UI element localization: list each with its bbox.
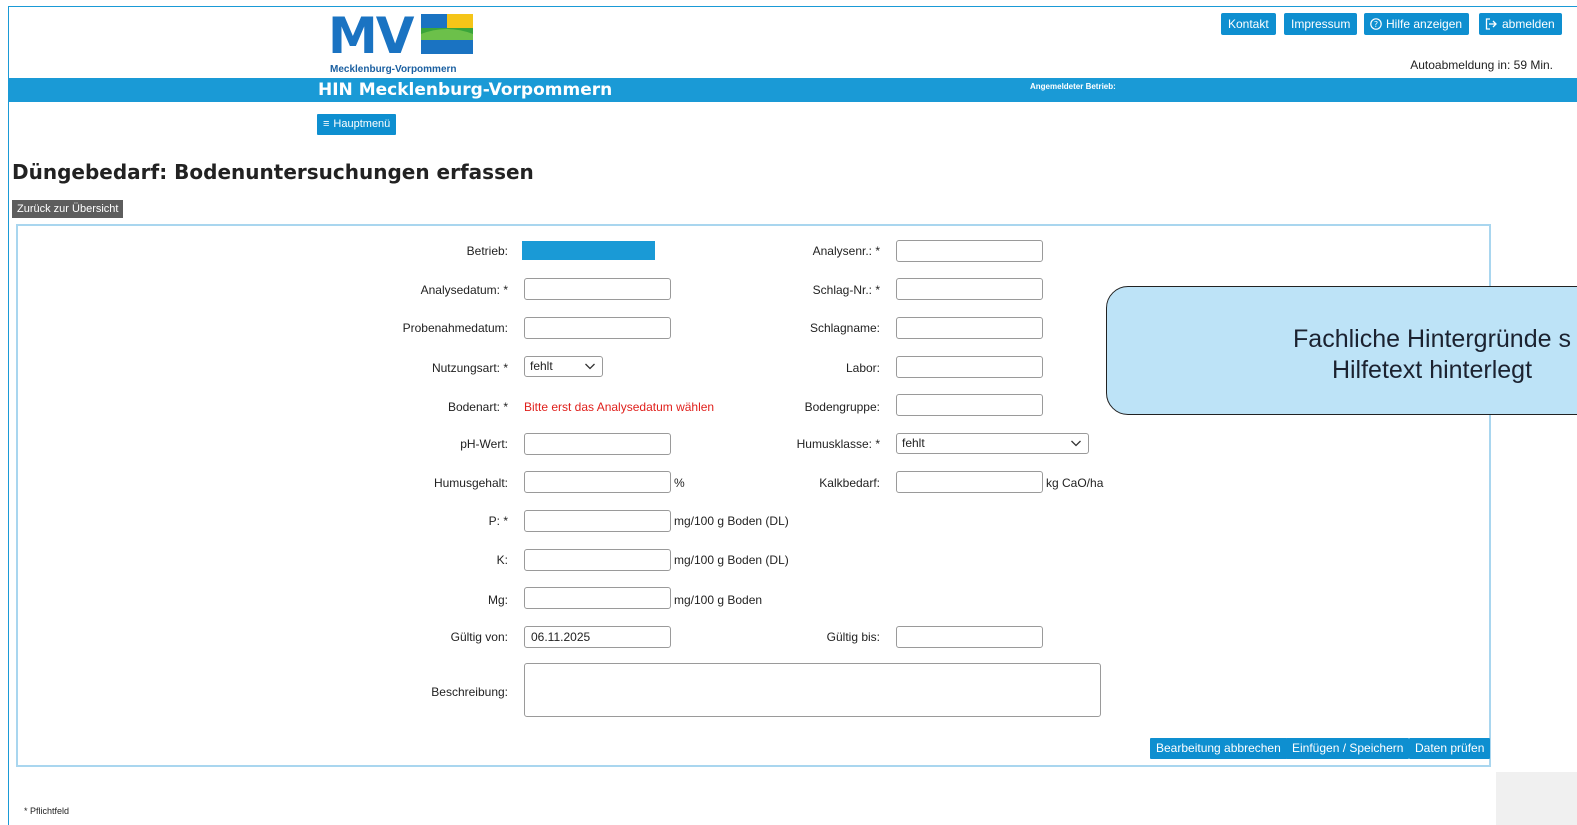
logout-button[interactable]: abmelden	[1479, 13, 1562, 35]
schlagnr-input[interactable]	[896, 278, 1043, 300]
p-label: P: *	[488, 514, 508, 528]
main-menu-label: Hauptmenü	[333, 118, 391, 130]
analysedatum-input[interactable]	[524, 278, 671, 300]
schlagnr-label: Schlag-Nr.: *	[812, 283, 880, 297]
p-input[interactable]	[524, 510, 671, 532]
humusklasse-select[interactable]: fehlt	[896, 433, 1089, 454]
p-unit: mg/100 g Boden (DL)	[674, 514, 789, 528]
beschreibung-label: Beschreibung:	[431, 685, 508, 699]
k-input[interactable]	[524, 549, 671, 571]
help-button[interactable]: ? Hilfe anzeigen	[1364, 13, 1470, 35]
app-title: HIN Mecklenburg-Vorpommern	[318, 80, 613, 100]
back-to-overview-button[interactable]: Zurück zur Übersicht	[12, 200, 124, 218]
humusgehalt-unit: %	[674, 476, 685, 490]
betrieb-label: Betrieb:	[466, 244, 508, 258]
help-icon: ?	[1370, 18, 1382, 30]
logged-in-company-label: Angemeldeter Betrieb:	[1030, 82, 1116, 91]
insert-save-button[interactable]: Einfügen / Speichern	[1286, 738, 1410, 759]
nutzungsart-value: fehlt	[530, 359, 553, 373]
bodengruppe-input[interactable]	[896, 394, 1043, 416]
nutzungsart-label: Nutzungsart: *	[431, 361, 508, 375]
main-menu-button[interactable]: ≡ Hauptmenü	[317, 114, 397, 135]
bodenart-error-message: Bitte erst das Analysedatum wählen	[524, 400, 715, 414]
gueltig-von-input[interactable]: 06.11.2025	[524, 626, 671, 648]
kalkbedarf-label: Kalkbedarf:	[819, 476, 880, 490]
humusgehalt-label: Humusgehalt:	[433, 476, 508, 490]
mg-unit: mg/100 g Boden	[674, 593, 763, 607]
logo-text: MV	[328, 7, 414, 65]
beschreibung-textarea[interactable]	[524, 663, 1101, 717]
mg-label: Mg:	[487, 593, 508, 607]
kalkbedarf-unit: kg CaO/ha	[1046, 476, 1104, 490]
kalkbedarf-input[interactable]	[896, 471, 1043, 493]
help-callout-text: Fachliche Hintergründe s Hilfetext hinte…	[1132, 324, 1577, 386]
logo-subtitle: Mecklenburg-Vorpommern	[330, 64, 457, 75]
background-area	[1496, 772, 1577, 825]
nutzungsart-select[interactable]: fehlt	[524, 356, 603, 377]
impressum-button[interactable]: Impressum	[1284, 13, 1358, 35]
autologout-timer: Autoabmeldung in: 59 Min.	[1410, 58, 1553, 72]
header-band	[9, 78, 1577, 102]
page-title: Düngebedarf: Bodenuntersuchungen erfasse…	[12, 160, 534, 184]
k-label: K:	[496, 553, 508, 567]
gueltig-von-label: Gültig von:	[450, 630, 508, 644]
probenahmedatum-input[interactable]	[524, 317, 671, 339]
chevron-down-icon	[585, 363, 595, 370]
kontakt-button[interactable]: Kontakt	[1221, 13, 1276, 35]
svg-text:?: ?	[1374, 20, 1378, 29]
cancel-edit-button[interactable]: Bearbeitung abbrechen	[1150, 738, 1287, 759]
band-divider	[1128, 102, 1577, 108]
schlagname-input[interactable]	[896, 317, 1043, 339]
check-data-button[interactable]: Daten prüfen	[1409, 738, 1491, 759]
probenahmedatum-label: Probenahmedatum:	[402, 321, 508, 335]
gueltig-bis-input[interactable]	[896, 626, 1043, 648]
labor-input[interactable]	[896, 356, 1043, 378]
analysedatum-label: Analysedatum: *	[420, 283, 508, 297]
bodengruppe-label: Bodengruppe:	[804, 400, 880, 414]
analysenr-label: Analysenr.: *	[812, 244, 880, 258]
ph-label: pH-Wert:	[460, 437, 508, 451]
bodenart-label: Bodenart: *	[447, 400, 508, 414]
chevron-down-icon	[1071, 440, 1081, 447]
humusklasse-label: Humusklasse: *	[796, 437, 880, 451]
ph-input[interactable]	[524, 433, 671, 455]
help-button-label: Hilfe anzeigen	[1386, 17, 1463, 31]
required-field-note: * Pflichtfeld	[24, 806, 70, 816]
analysenr-input[interactable]	[896, 240, 1043, 262]
labor-label: Labor:	[845, 361, 880, 375]
humusklasse-value: fehlt	[902, 436, 925, 450]
betrieb-value	[522, 241, 655, 260]
hamburger-icon: ≡	[323, 118, 330, 130]
help-callout-line2: Hilfetext hinterlegt	[1331, 356, 1533, 384]
schlagname-label: Schlagname:	[809, 321, 880, 335]
humusgehalt-input[interactable]	[524, 471, 671, 493]
flag-icon	[421, 14, 473, 54]
logout-icon	[1485, 18, 1497, 30]
help-callout-line1: Fachliche Hintergründe s	[1293, 325, 1571, 353]
gueltig-bis-label: Gültig bis:	[826, 630, 880, 644]
mg-input[interactable]	[524, 587, 671, 609]
k-unit: mg/100 g Boden (DL)	[674, 553, 789, 567]
logout-button-label: abmelden	[1502, 17, 1555, 31]
